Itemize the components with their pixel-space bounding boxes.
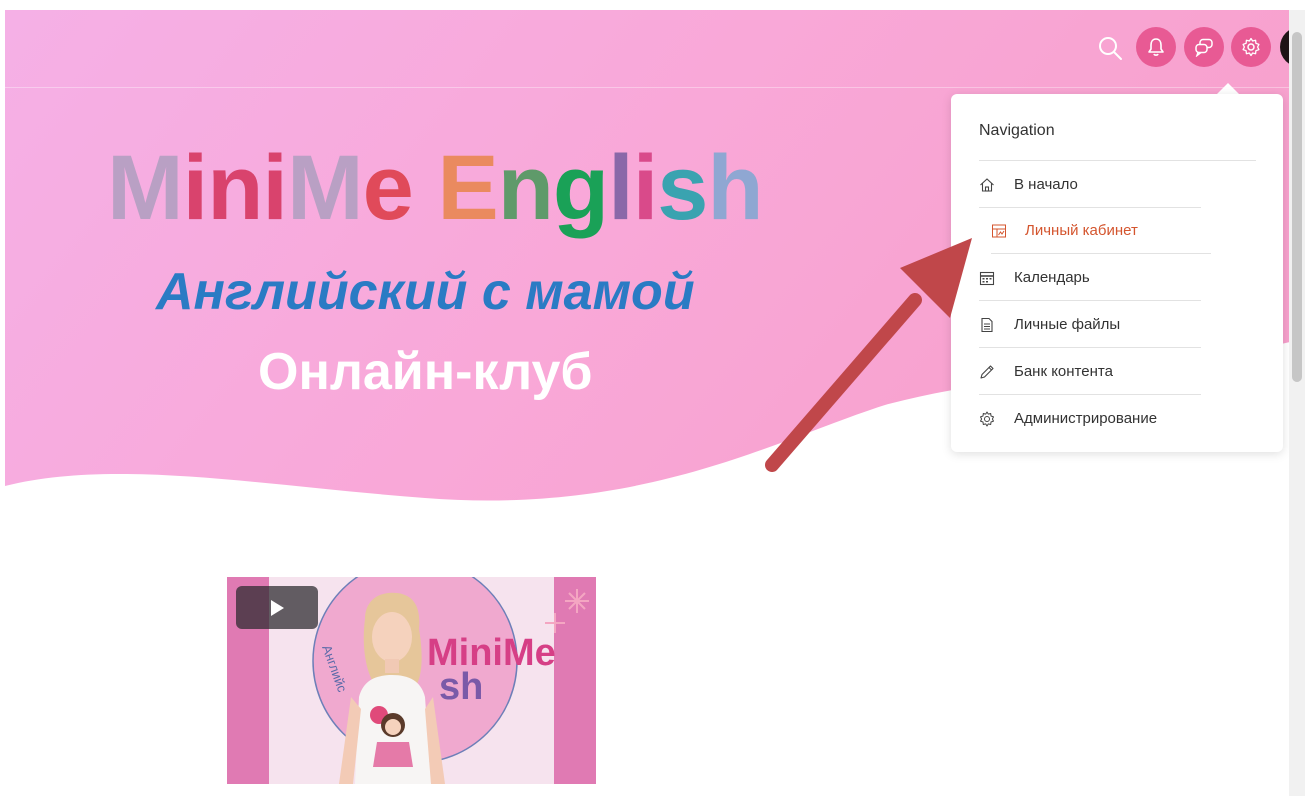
item-divider xyxy=(979,394,1201,395)
play-button[interactable] xyxy=(236,586,318,629)
brand-letter: i xyxy=(632,137,659,239)
search-icon xyxy=(1099,37,1122,60)
page-scrollbar[interactable] xyxy=(1289,10,1305,796)
brand-letter: n xyxy=(207,137,263,239)
item-divider xyxy=(991,253,1211,254)
hero-subtitle: Английский с мамой xyxy=(156,263,695,321)
nav-item-label: Календарь xyxy=(1014,269,1090,286)
search-button[interactable] xyxy=(1096,34,1124,62)
bell-icon xyxy=(1148,38,1164,56)
pencil-icon xyxy=(980,365,994,379)
gear-icon xyxy=(1242,37,1260,57)
brand-letter: M xyxy=(107,137,184,239)
item-divider xyxy=(979,347,1201,348)
notifications-button[interactable] xyxy=(1136,27,1176,67)
brand-letter: g xyxy=(552,137,609,239)
dropdown-header: Navigation xyxy=(979,122,1055,139)
nav-item-administration[interactable]: Администрирование xyxy=(979,396,1204,442)
play-icon xyxy=(271,600,284,616)
brand-letter: h xyxy=(707,137,763,239)
brand-letter: n xyxy=(497,137,554,239)
brand-letter: s xyxy=(657,137,708,239)
nav-item-label: Личные файлы xyxy=(1014,316,1121,333)
chat-icon xyxy=(1195,38,1213,57)
file-icon xyxy=(981,317,993,333)
nav-item-label: Личный кабинет xyxy=(1025,222,1138,239)
video-player[interactable]: MiniMe sh Английс xyxy=(227,577,596,784)
top-gap xyxy=(0,0,1305,10)
nav-item-label: В начало xyxy=(1014,176,1078,193)
thumbnail-text-bottom: sh xyxy=(439,666,483,708)
settings-button[interactable] xyxy=(1231,27,1271,67)
nav-item-private-files[interactable]: Личные файлы xyxy=(979,302,1204,348)
brand-letter: i xyxy=(182,137,209,239)
home-icon xyxy=(980,178,994,192)
nav-item-calendar[interactable]: Календарь xyxy=(979,255,1204,301)
gear-icon xyxy=(980,411,994,427)
nav-item-label: Администрирование xyxy=(1014,410,1158,427)
navigation-dropdown: Navigation В начало Личный кабинет Кален… xyxy=(951,94,1283,452)
nav-item-label: Банк контента xyxy=(1014,363,1113,380)
nav-item-content-bank[interactable]: Банк контента xyxy=(979,349,1204,395)
brand-letter: i xyxy=(262,137,288,239)
brand-letter: e xyxy=(362,137,414,239)
item-divider xyxy=(979,300,1201,301)
scrollbar-thumb[interactable] xyxy=(1292,32,1302,382)
brand-letter xyxy=(413,137,438,239)
nav-item-home[interactable]: В начало xyxy=(979,162,1204,208)
messages-button[interactable] xyxy=(1184,27,1224,67)
brand-letter: l xyxy=(608,137,634,239)
hero-club-label: Онлайн-клуб xyxy=(258,343,593,401)
calendar-icon xyxy=(979,271,995,286)
brand-letter: E xyxy=(437,137,498,239)
nav-item-dashboard[interactable]: Личный кабинет xyxy=(979,208,1214,254)
dashboard-icon xyxy=(992,224,1006,238)
dropdown-divider xyxy=(979,160,1256,161)
brand-title: MiniMe English xyxy=(107,136,764,242)
brand-letter: M xyxy=(286,137,364,239)
